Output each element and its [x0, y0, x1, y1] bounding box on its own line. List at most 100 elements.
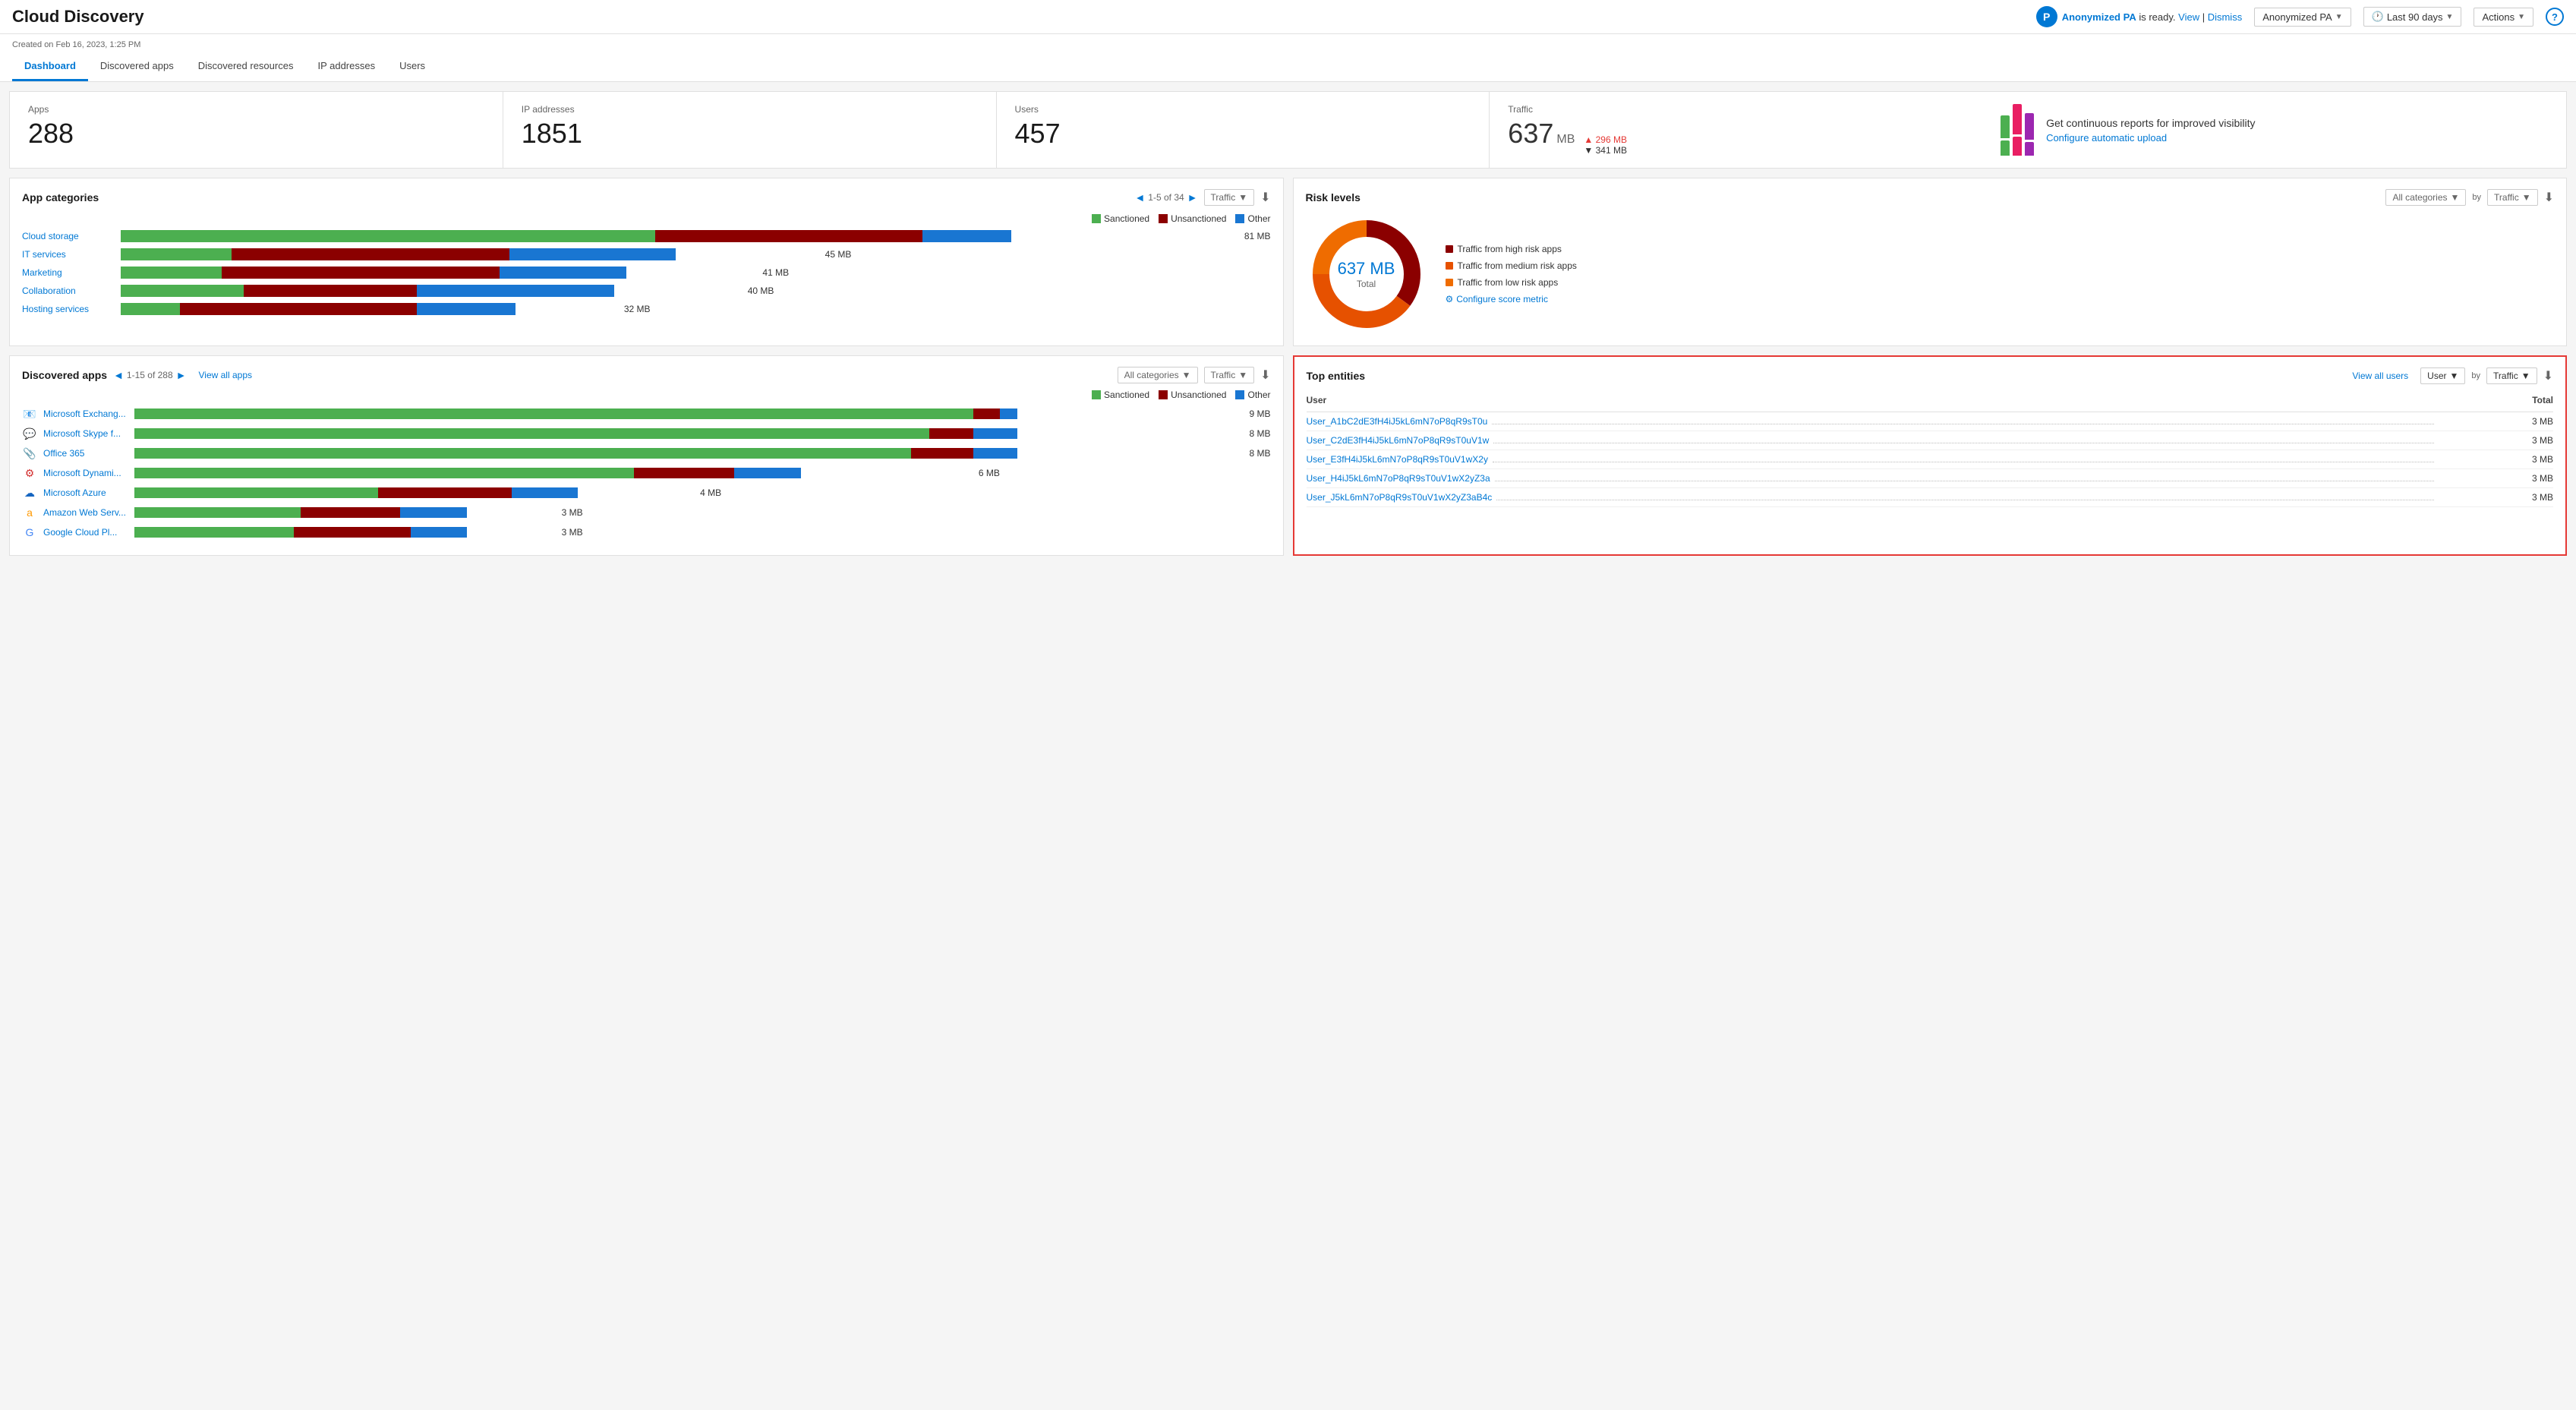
app-bar-value: 8 MB — [1244, 428, 1271, 439]
risk-levels-panel: Risk levels All categories ▼ by Traffic … — [1293, 178, 2568, 346]
app-bar-container — [134, 527, 550, 538]
total-col-header: Total — [2439, 392, 2553, 412]
app-name[interactable]: Amazon Web Serv... — [43, 507, 134, 518]
sanctioned-color-dot — [1092, 214, 1101, 223]
top-entities-panel: Top entities View all users User ▼ by Tr… — [1293, 355, 2568, 556]
unsanctioned-bar — [929, 428, 973, 439]
tab-discovered-apps[interactable]: Discovered apps — [88, 52, 186, 81]
prev-page-btn[interactable]: ◄ — [1134, 191, 1145, 203]
promo-link[interactable]: Configure automatic upload — [2046, 132, 2255, 144]
download-button[interactable]: ⬇ — [2544, 190, 2554, 205]
sanctioned-bar — [121, 230, 655, 242]
app-categories-pagination: ◄ 1-5 of 34 ► — [1134, 191, 1197, 203]
traffic-label: Traffic — [1508, 104, 1964, 115]
view-link[interactable]: View — [2178, 11, 2199, 23]
promo-title: Get continuous reports for improved visi… — [2046, 117, 2255, 129]
app-icon: a — [22, 505, 37, 520]
app-row: 📧 Microsoft Exchang... 9 MB — [22, 406, 1271, 421]
table-row: User_E3fH4iJ5kL6mN7oP8qR9sT0uV1wX2y 3 MB — [1307, 450, 2554, 469]
bar-container — [121, 303, 614, 315]
discovered-apps-title: Discovered apps — [22, 369, 107, 381]
discovered-apps-header: Discovered apps ◄ 1-15 of 288 ► View all… — [22, 367, 1271, 383]
entity-name[interactable]: User_J5kL6mN7oP8qR9sT0uV1wX2yZ3aB4c — [1307, 492, 1493, 503]
bar-value: 40 MB — [743, 285, 774, 296]
chevron-down-icon: ▼ — [2446, 13, 2454, 21]
app-row: a Amazon Web Serv... 3 MB — [22, 505, 1271, 520]
sub-header: Created on Feb 16, 2023, 1:25 PM Dashboa… — [0, 34, 2576, 82]
app-icon: 📧 — [22, 406, 37, 421]
download-button[interactable]: ⬇ — [1260, 367, 1270, 383]
risk-category-filter[interactable]: All categories ▼ — [2385, 189, 2466, 206]
app-categories-header: App categories ◄ 1-5 of 34 ► Traffic ▼ ⬇ — [22, 189, 1271, 206]
unsanctioned-bar — [911, 448, 973, 459]
bar-row: Collaboration 40 MB — [22, 285, 1271, 297]
next-apps-btn[interactable]: ► — [176, 369, 187, 381]
entity-row-content: User_C2dE3fH4iJ5kL6mN7oP8qR9sT0uV1w — [1307, 435, 2439, 446]
app-name[interactable]: Google Cloud Pl... — [43, 527, 134, 538]
bar-label[interactable]: Marketing — [22, 267, 121, 278]
risk-by-filter[interactable]: Traffic ▼ — [2487, 189, 2538, 206]
bar-label[interactable]: IT services — [22, 249, 121, 260]
app-categories-filter[interactable]: Traffic ▼ — [1204, 189, 1255, 206]
apps-by-filter[interactable]: Traffic ▼ — [1204, 367, 1255, 383]
high-risk-legend: Traffic from high risk apps — [1446, 244, 1577, 254]
app-bar-value: 3 MB — [557, 527, 583, 538]
download-button[interactable]: ⬇ — [1260, 190, 1270, 205]
donut-chart: 637 MB Total — [1306, 213, 1427, 335]
entity-name[interactable]: User_E3fH4iJ5kL6mN7oP8qR9sT0uV1wX2y — [1307, 454, 1488, 465]
configure-score-link[interactable]: ⚙ Configure score metric — [1446, 294, 1577, 304]
page-title: Cloud Discovery — [12, 7, 144, 27]
app-name[interactable]: Office 365 — [43, 448, 134, 459]
chevron-down-icon: ▼ — [2518, 13, 2525, 21]
app-icon: ☁ — [22, 485, 37, 500]
bar-label[interactable]: Collaboration — [22, 285, 121, 296]
other-dot — [1235, 390, 1244, 399]
tab-ip-addresses[interactable]: IP addresses — [305, 52, 387, 81]
tab-dashboard[interactable]: Dashboard — [12, 52, 88, 81]
by-label: by — [2471, 371, 2480, 380]
app-name[interactable]: Microsoft Dynami... — [43, 468, 134, 478]
time-range-dropdown[interactable]: 🕐 Last 90 days ▼ — [2363, 7, 2462, 27]
next-page-btn[interactable]: ► — [1187, 191, 1198, 203]
arrow-down-icon: ▼ — [1584, 145, 1593, 156]
entity-name[interactable]: User_C2dE3fH4iJ5kL6mN7oP8qR9sT0uV1w — [1307, 435, 1490, 446]
help-button[interactable]: ? — [2546, 8, 2564, 26]
prev-apps-btn[interactable]: ◄ — [113, 369, 124, 381]
pagination-text: 1-5 of 34 — [1148, 192, 1184, 203]
unsanctioned-bar — [378, 487, 511, 498]
entity-name[interactable]: User_H4iJ5kL6mN7oP8qR9sT0uV1wX2yZ3a — [1307, 473, 1490, 484]
app-row: ⚙ Microsoft Dynami... 6 MB — [22, 465, 1271, 481]
apps-category-filter[interactable]: All categories ▼ — [1118, 367, 1198, 383]
medium-risk-label: Traffic from medium risk apps — [1458, 260, 1577, 271]
entity-total-cell: 3 MB — [2439, 488, 2553, 507]
entity-name[interactable]: User_A1bC2dE3fH4iJ5kL6mN7oP8qR9sT0u — [1307, 416, 1488, 427]
download-button[interactable]: ⬇ — [2543, 368, 2553, 383]
main-content: Apps 288 IP addresses 1851 Users 457 Tra… — [0, 82, 2576, 565]
bar-value: 32 MB — [620, 304, 651, 314]
app-name[interactable]: Microsoft Azure — [43, 487, 134, 498]
actions-dropdown[interactable]: Actions ▼ — [2474, 8, 2533, 27]
app-icon: ⚙ — [22, 465, 37, 481]
other-bar — [922, 230, 1011, 242]
other-bar — [400, 507, 467, 518]
unsanctioned-color-dot — [1159, 214, 1168, 223]
app-categories-bars: Cloud storage 81 MB IT services 45 MB Ma… — [22, 230, 1271, 315]
bar-label[interactable]: Hosting services — [22, 304, 121, 314]
top-bar-left: Cloud Discovery — [12, 7, 144, 27]
tab-discovered-resources[interactable]: Discovered resources — [186, 52, 306, 81]
tab-users[interactable]: Users — [387, 52, 437, 81]
account-dropdown[interactable]: Anonymized PA ▼ — [2254, 8, 2351, 27]
view-all-users-link[interactable]: View all users — [2352, 371, 2408, 381]
entity-type-filter[interactable]: User ▼ — [2420, 367, 2465, 384]
entity-name-cell: User_H4iJ5kL6mN7oP8qR9sT0uV1wX2yZ3a — [1307, 469, 2439, 488]
dismiss-link[interactable]: Dismiss — [2208, 11, 2243, 23]
time-range-label: Last 90 days — [2387, 11, 2443, 23]
two-col-row: App categories ◄ 1-5 of 34 ► Traffic ▼ ⬇ — [9, 178, 2567, 346]
other-bar — [417, 303, 516, 315]
view-all-apps-link[interactable]: View all apps — [199, 370, 253, 380]
app-bar-container — [134, 468, 967, 478]
app-name[interactable]: Microsoft Exchang... — [43, 408, 134, 419]
app-name[interactable]: Microsoft Skype f... — [43, 428, 134, 439]
entity-by-filter[interactable]: Traffic ▼ — [2486, 367, 2537, 384]
bar-label[interactable]: Cloud storage — [22, 231, 121, 241]
